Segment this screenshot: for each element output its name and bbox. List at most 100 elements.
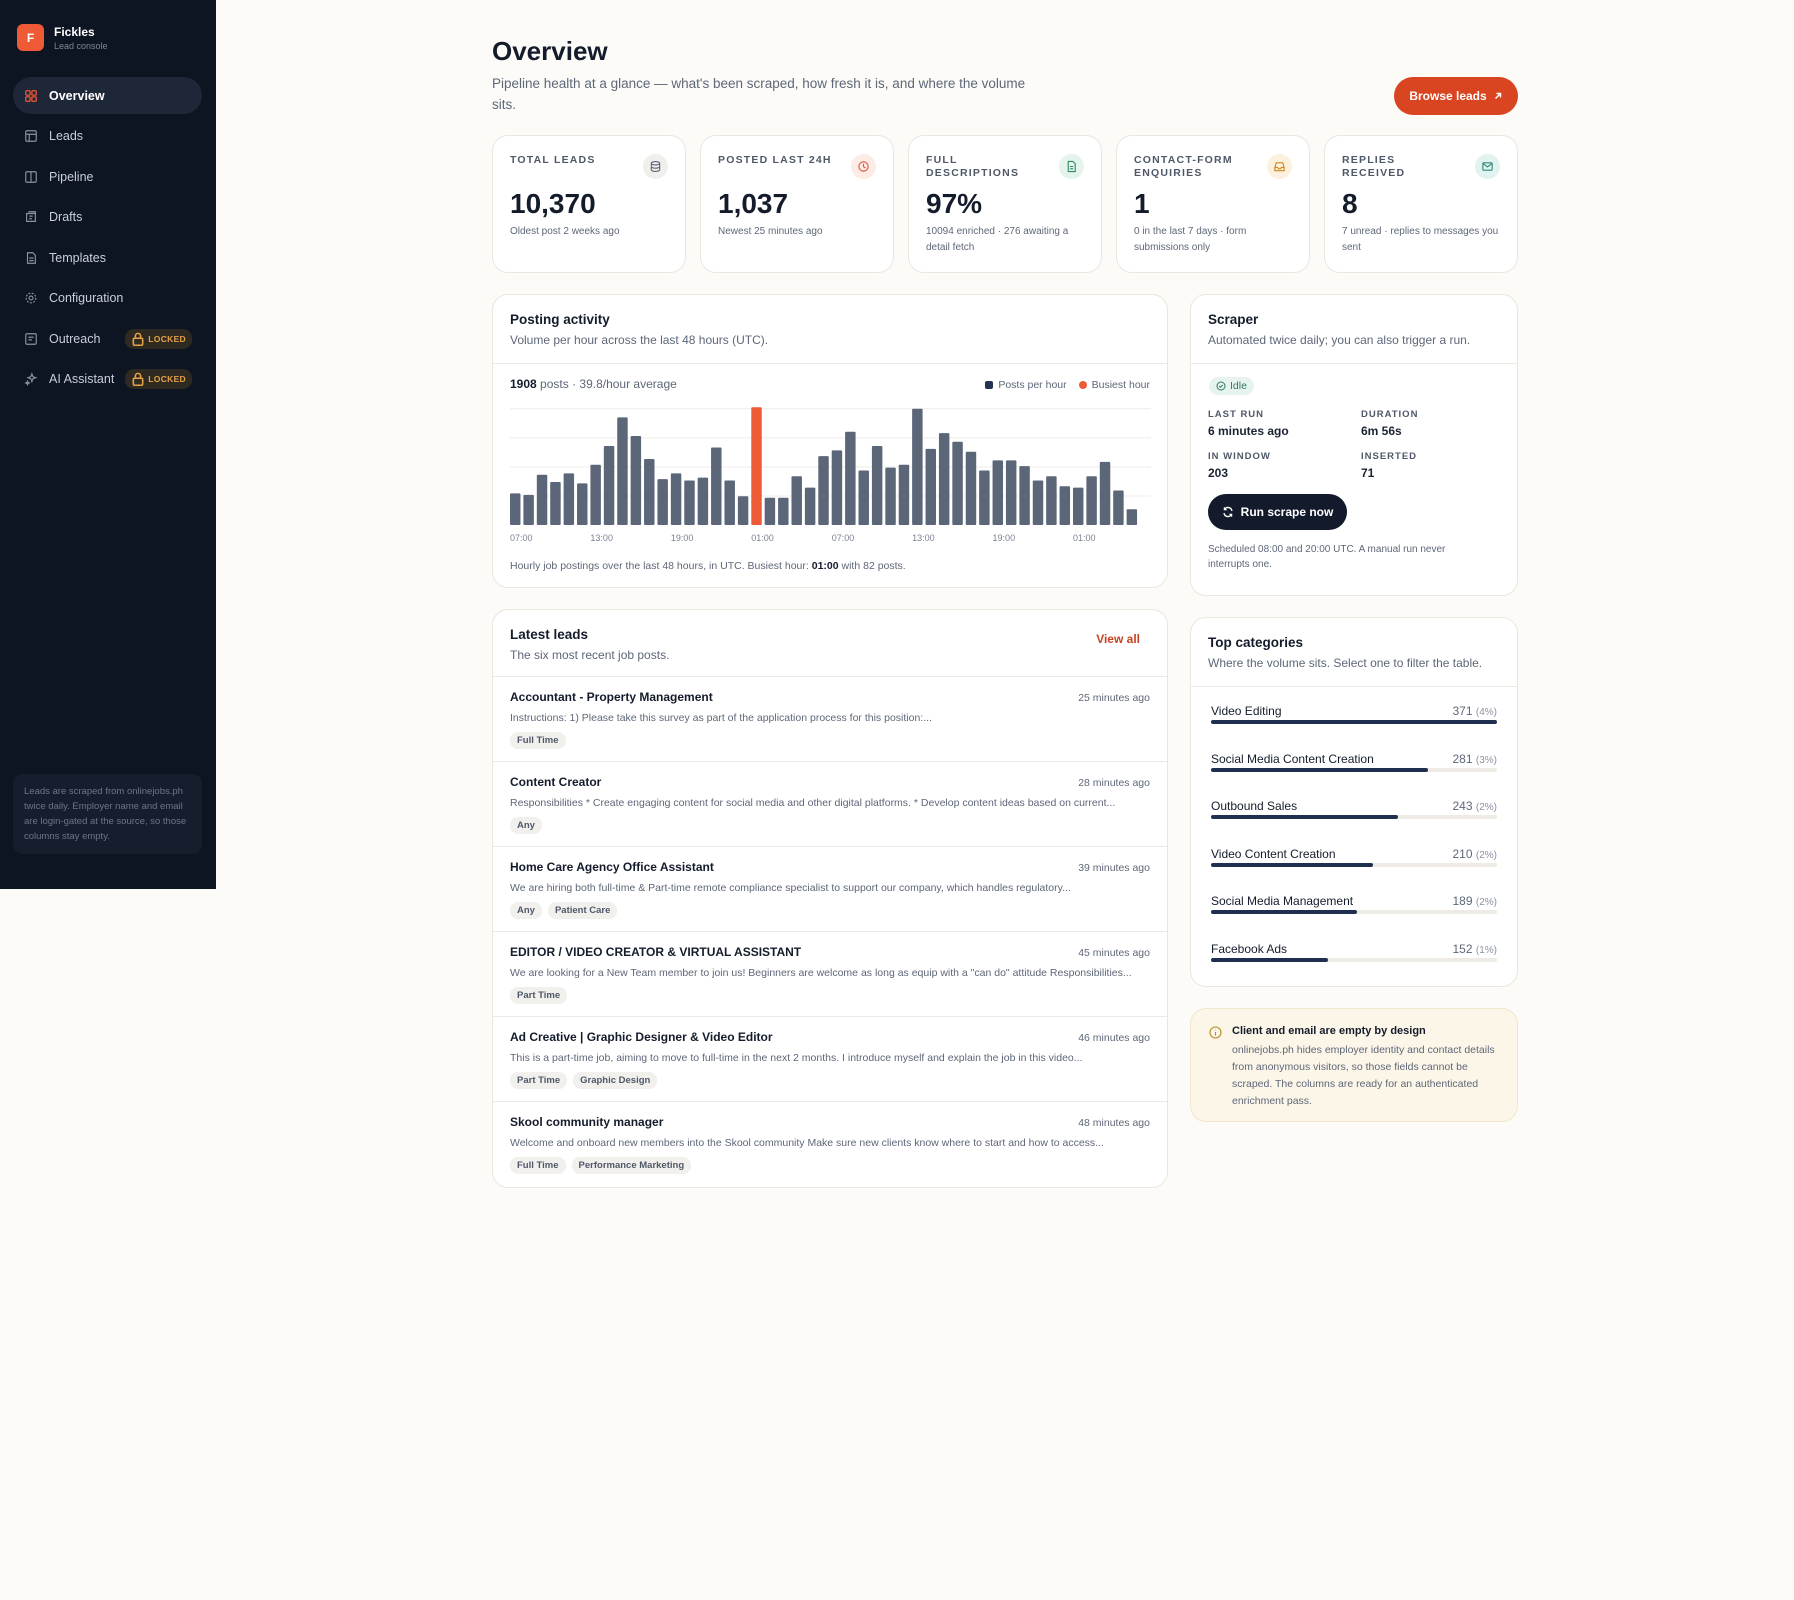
chart-bar[interactable]	[536, 474, 548, 525]
chart-bar[interactable]	[885, 467, 896, 525]
chart-x-tick: 19:00	[993, 533, 1016, 543]
chart-bar[interactable]	[510, 493, 521, 525]
chart-bar[interactable]	[697, 477, 709, 525]
lead-tag: Any	[510, 817, 542, 834]
chart-bar[interactable]	[603, 446, 615, 525]
sidebar-nav: Overview Leads Pipeline Drafts Templates…	[13, 77, 202, 401]
chart-bar[interactable]	[737, 496, 749, 525]
chart-bar[interactable]	[898, 464, 910, 525]
chart-bar[interactable]	[845, 431, 856, 525]
sidebar-item-ai-assistant[interactable]: AI Assistant LOCKED	[13, 361, 202, 398]
chart-bar[interactable]	[577, 483, 588, 525]
lead-tags: Full Time	[510, 732, 1150, 749]
chart-bar[interactable]	[1072, 487, 1084, 525]
lead-row[interactable]: Accountant - Property Management 25 minu…	[493, 676, 1167, 761]
chart-bar[interactable]	[657, 479, 668, 525]
lead-tag: Performance Marketing	[571, 1157, 692, 1174]
chart-bar[interactable]	[938, 433, 950, 525]
chart-bar[interactable]	[965, 451, 977, 525]
sidebar-item-label: Configuration	[49, 291, 124, 305]
latest-title: Latest leads	[510, 627, 589, 642]
category-count: 210 (2%)	[1452, 846, 1498, 861]
chart-bar[interactable]	[711, 447, 722, 525]
divider	[493, 363, 1167, 364]
category-bar-fill	[1211, 910, 1357, 914]
chart-bar[interactable]	[617, 417, 628, 525]
lead-row[interactable]: Ad Creative | Graphic Designer & Video E…	[493, 1016, 1167, 1101]
chart-bar[interactable]	[630, 436, 642, 525]
chart-bar[interactable]	[778, 497, 789, 525]
sidebar-item-overview[interactable]: Overview	[13, 77, 202, 114]
info-text: onlinejobs.ph hides employer identity an…	[1232, 1044, 1495, 1107]
chart-bar[interactable]	[1019, 466, 1030, 525]
chart-bar[interactable]	[952, 441, 963, 525]
chart-bar[interactable]	[684, 480, 695, 525]
lead-row[interactable]: Home Care Agency Office Assistant 39 min…	[493, 846, 1167, 931]
chart-bar[interactable]	[550, 481, 561, 525]
brand[interactable]: F Fickles Lead console	[17, 24, 108, 51]
chart-bar[interactable]	[818, 456, 829, 525]
chart-bar[interactable]	[1126, 509, 1138, 525]
chart-bar[interactable]	[979, 470, 990, 525]
chart-bar[interactable]	[1032, 480, 1044, 525]
category-row[interactable]: Video Content Creation 210 (2%)	[1211, 847, 1497, 894]
file-text-icon	[1067, 160, 1076, 173]
chart-bar[interactable]	[1005, 460, 1017, 525]
sidebar-item-outreach[interactable]: Outreach LOCKED	[13, 320, 202, 357]
stat-note: Oldest post 2 weeks ago	[510, 226, 620, 237]
sidebar-item-templates[interactable]: Templates	[13, 239, 202, 276]
chart-legend: Posts per hour Busiest hour	[985, 379, 1150, 391]
chart-bar[interactable]	[831, 450, 843, 525]
chart-bar[interactable]	[912, 408, 923, 525]
stat-value: 8	[1342, 188, 1358, 219]
chart-bar[interactable]	[590, 464, 601, 525]
category-row[interactable]: Facebook Ads 152 (1%)	[1211, 942, 1497, 989]
category-bar-track	[1211, 957, 1497, 962]
lead-tag: Full Time	[510, 1157, 566, 1174]
chart-bar[interactable]	[871, 446, 883, 525]
browse-leads-button[interactable]: Browse leads	[1394, 77, 1518, 115]
stat-card: POSTED LAST 24H 1,037 Newest 25 minutes …	[700, 135, 894, 273]
brand-name: Fickles	[54, 24, 95, 39]
chart-bar-busiest[interactable]	[751, 407, 762, 525]
chart-bar[interactable]	[804, 487, 816, 525]
chart-x-tick: 07:00	[832, 533, 855, 543]
category-row[interactable]: Social Media Management 189 (2%)	[1211, 894, 1497, 941]
chart-bar[interactable]	[764, 497, 776, 525]
chart-bar[interactable]	[791, 476, 802, 525]
category-row[interactable]: Social Media Content Creation 281 (3%)	[1211, 752, 1497, 799]
stat-note: 0 in the last 7 days · form submissions …	[1134, 226, 1247, 253]
chart-bar[interactable]	[1059, 486, 1071, 525]
scraper-title: Scraper	[1208, 312, 1259, 327]
chart-bar[interactable]	[523, 494, 534, 525]
lead-title: Accountant - Property Management	[510, 690, 713, 704]
sidebar-item-drafts[interactable]: Drafts	[13, 199, 202, 236]
chart-bar[interactable]	[670, 473, 682, 525]
lead-tags: Any	[510, 817, 1150, 834]
lead-row[interactable]: Content Creator 28 minutes ago Responsib…	[493, 761, 1167, 846]
chart-bar[interactable]	[563, 473, 575, 525]
stat-note: 7 unread · replies to messages you sent	[1342, 226, 1499, 253]
chart-bar[interactable]	[1086, 476, 1097, 525]
stat-value: 97%	[926, 188, 983, 219]
chart-bar[interactable]	[925, 448, 936, 525]
chart-bar[interactable]	[1046, 476, 1057, 525]
run-scrape-button[interactable]: Run scrape now	[1208, 494, 1347, 530]
view-all-link[interactable]: View all	[1096, 632, 1140, 646]
chart-bar[interactable]	[1099, 461, 1111, 525]
stat-label: TOTAL LEADS	[510, 154, 596, 166]
lead-description: Instructions: 1) Please take this survey…	[510, 712, 932, 724]
sidebar-item-leads[interactable]: Leads	[13, 118, 202, 155]
category-row[interactable]: Outbound Sales 243 (2%)	[1211, 799, 1497, 846]
sidebar-item-pipeline[interactable]: Pipeline	[13, 158, 202, 195]
chart-bar[interactable]	[858, 470, 869, 525]
lead-row[interactable]: Skool community manager 48 minutes ago W…	[493, 1101, 1167, 1186]
chart-bar[interactable]	[992, 460, 1004, 525]
category-row[interactable]: Video Editing 371 (4%)	[1211, 704, 1497, 751]
chart-bar[interactable]	[724, 480, 735, 525]
chart-bar[interactable]	[644, 458, 655, 525]
category-bar-fill	[1211, 957, 1329, 962]
chart-bar[interactable]	[1113, 490, 1124, 525]
sidebar-item-configuration[interactable]: Configuration	[13, 280, 202, 317]
lead-row[interactable]: EDITOR / VIDEO CREATOR & VIRTUAL ASSISTA…	[493, 931, 1167, 1016]
